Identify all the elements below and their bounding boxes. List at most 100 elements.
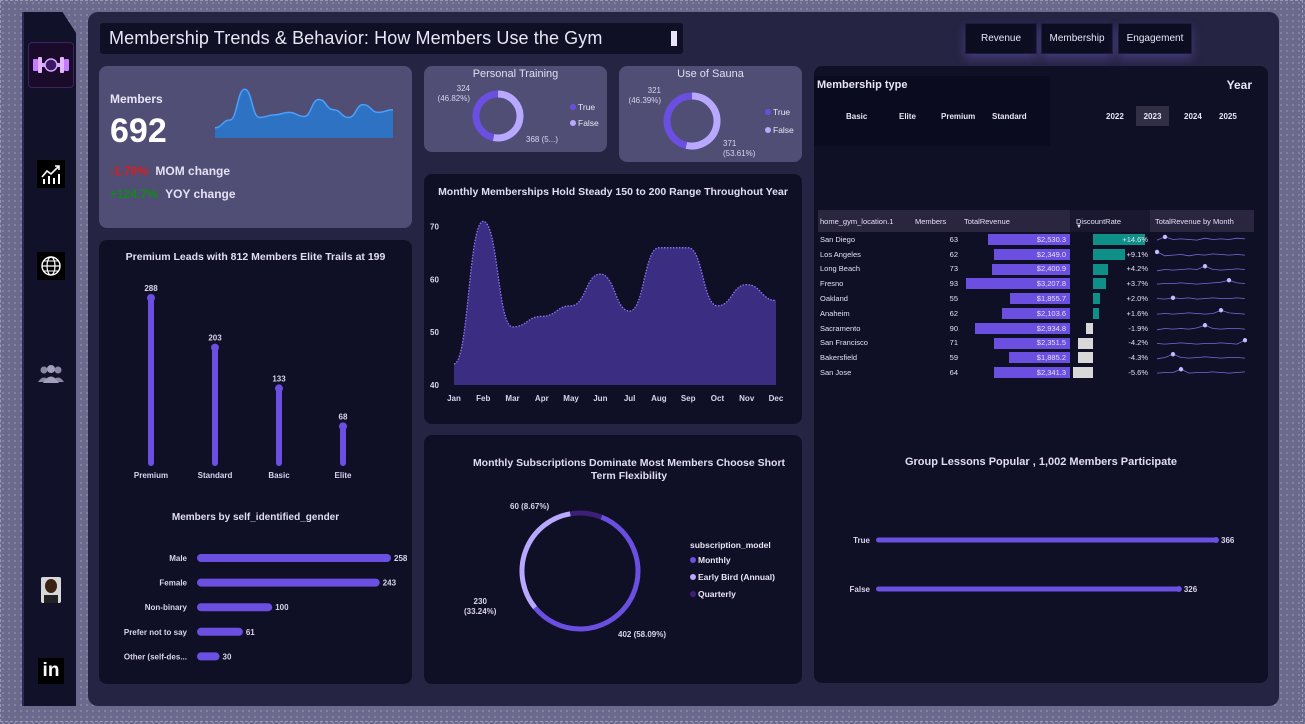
sauna-donut	[663, 92, 721, 150]
header-revenue-month[interactable]: TotalRevenue by Month	[1155, 210, 1255, 232]
table-row[interactable]: Fresno 93 $3,207.8 +3.7%	[818, 276, 1254, 291]
membership-type-title: Membership type	[817, 79, 908, 91]
sub-legend-title: subscription_model	[690, 540, 771, 550]
year-title: Year	[1226, 78, 1252, 92]
group-lessons-chart: True 366 False 326	[850, 536, 1235, 594]
legend-item[interactable]: Quarterly	[690, 589, 775, 599]
cell-location: San Francisco	[820, 338, 868, 348]
sparkline-line	[1156, 324, 1246, 330]
sidebar: in	[22, 12, 76, 706]
bar-premium	[148, 298, 154, 466]
discount-bar	[1093, 293, 1101, 305]
cell-location: Fresno	[820, 279, 844, 289]
cell-location: Anaheim	[820, 308, 850, 318]
x-tick-label: Elite	[335, 471, 352, 480]
donut-slice	[472, 90, 499, 141]
monthly-chart-title: Monthly Memberships Hold Steady 150 to 2…	[438, 186, 788, 198]
linkedin-icon[interactable]: in	[24, 658, 76, 684]
sauna-card: Use of Sauna 321 (46.39%) 371 (53.61%) T…	[619, 66, 802, 162]
donut-slice	[569, 510, 603, 520]
gym-logo-icon[interactable]	[24, 42, 76, 88]
nav-revenue-button[interactable]: Revenue	[965, 23, 1037, 54]
cell-discount: +14.6%	[1122, 234, 1148, 244]
cell-members: 62	[949, 308, 958, 318]
year-option-2025[interactable]: 2025	[1219, 112, 1237, 121]
year-option-2024[interactable]: 2024	[1184, 112, 1202, 121]
donut-slice	[533, 514, 641, 632]
table-row[interactable]: Long Beach 73 $2,400.9 +4.2%	[818, 262, 1254, 277]
revenue-month-sparkline	[1156, 295, 1246, 301]
table-row[interactable]: San Francisco 71 $2,351.5 -4.2%	[818, 336, 1254, 351]
bar-dot	[339, 422, 347, 431]
membership-type-premium[interactable]: Premium	[941, 112, 975, 121]
donut-slice	[685, 92, 721, 150]
sauna-legend-true: True	[765, 107, 790, 117]
legend-item[interactable]: Early Bird (Annual)	[690, 572, 775, 582]
sparkline-marker	[1155, 249, 1160, 254]
table-row[interactable]: Oakland 55 $1,855.7 +2.0%	[818, 291, 1254, 306]
bar-value-label: 61	[246, 628, 255, 637]
legend-dot-icon	[690, 574, 696, 580]
discount-bar	[1093, 263, 1108, 275]
profile-photo[interactable]	[24, 577, 76, 603]
cell-location: San Diego	[820, 234, 856, 244]
x-tick-label: Standard	[198, 471, 233, 480]
table-row[interactable]: Anaheim 62 $2,103.6 +1.6%	[818, 306, 1254, 321]
revenue-month-sparkline	[1156, 308, 1246, 315]
globe-icon[interactable]	[24, 252, 76, 280]
x-tick-label: Sep	[681, 394, 696, 403]
x-tick-label: Premium	[134, 471, 168, 480]
users-icon[interactable]	[24, 364, 76, 384]
cell-revenue: $2,349.0	[1036, 249, 1066, 259]
cell-revenue: $2,341.3	[1036, 368, 1066, 378]
cell-location: Los Angeles	[820, 249, 861, 259]
cell-location: Oakland	[820, 294, 848, 304]
revenue-month-sparkline	[1155, 249, 1246, 257]
sub-label-monthly: 402 (58.09%)	[618, 630, 667, 639]
bar-dot	[211, 343, 219, 352]
cell-discount: +9.1%	[1126, 249, 1148, 259]
sparkline-marker	[1202, 263, 1208, 269]
bar-elite	[340, 426, 346, 466]
cell-discount: -4.3%	[1128, 353, 1148, 363]
membership-type-elite[interactable]: Elite	[899, 112, 916, 121]
year-option-2022[interactable]: 2022	[1106, 112, 1124, 121]
legend-dot-icon	[765, 127, 771, 133]
y-tick-label: 60	[430, 275, 439, 284]
sparkline-marker	[1202, 322, 1208, 328]
bar-standard	[212, 347, 218, 466]
table-row[interactable]: Sacramento 90 $2,934.8 -1.9%	[818, 321, 1254, 336]
y-tick-label: 70	[430, 223, 439, 232]
bar-value-label: 203	[208, 334, 222, 343]
legend-item[interactable]: Monthly	[690, 555, 775, 565]
header-revenue[interactable]: TotalRevenue	[964, 210, 1044, 232]
nav-engagement-button[interactable]: Engagement	[1118, 23, 1192, 54]
nav-membership-button[interactable]: Membership	[1041, 23, 1113, 54]
x-tick-label: Mar	[505, 394, 519, 403]
x-tick-label: May	[563, 394, 579, 403]
legend-dot-icon	[570, 104, 576, 110]
legend-dot-icon	[690, 591, 696, 597]
bar-dot	[147, 294, 155, 302]
discount-bar	[1077, 352, 1093, 364]
table-row[interactable]: San Jose 64 $2,341.3 -5.6%	[818, 365, 1254, 380]
bar-value-label: 133	[272, 374, 286, 383]
sort-desc-icon[interactable]: ▼	[1076, 224, 1082, 230]
revenue-month-sparkline	[1156, 234, 1246, 241]
header-discount[interactable]: DiscountRate	[1076, 210, 1146, 232]
membership-type-standard[interactable]: Standard	[992, 112, 1027, 121]
header-members[interactable]: Members	[915, 210, 960, 232]
x-tick-label: Oct	[711, 394, 725, 403]
year-option-2023[interactable]: 2023	[1136, 106, 1169, 126]
table-row[interactable]: Los Angeles 62 $2,349.0 +9.1%	[818, 247, 1254, 262]
gender-bar	[197, 603, 273, 612]
header-location[interactable]: home_gym_location.1	[820, 210, 916, 232]
table-row[interactable]: Bakersfield 59 $1,885.2 -4.3%	[818, 350, 1254, 365]
membership-type-basic[interactable]: Basic	[846, 112, 867, 121]
sparkline-line	[1156, 251, 1246, 257]
gender-bar	[197, 578, 380, 587]
monthly-area-chart: 70 60 50 40 Jan Feb Mar Apr May Jun Jul Aug Sep Oct No…	[430, 220, 784, 403]
line-chart-icon[interactable]	[24, 160, 76, 188]
table-row[interactable]: San Diego 63 $2,530.3 +14.6%	[818, 232, 1254, 247]
pt-true-label: 324 (46.82%)	[437, 84, 470, 103]
